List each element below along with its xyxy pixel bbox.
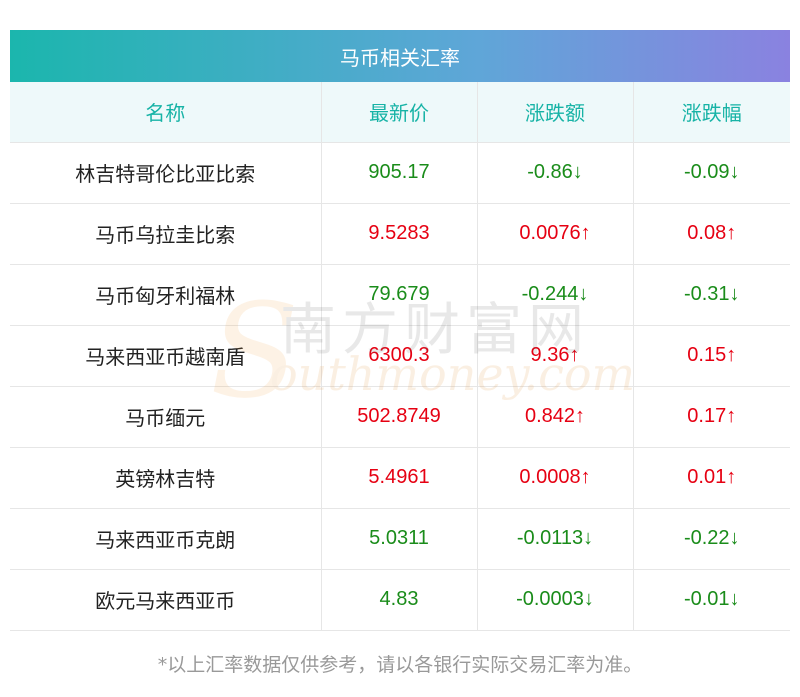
change-amount: 9.36↑ [477,325,634,386]
change-amount: 0.0076↑ [477,203,634,264]
table-row[interactable]: 马币缅元 502.8749 0.842↑ 0.17↑ [10,386,790,447]
currency-pair-name[interactable]: 林吉特哥伦比亚比索 [10,142,322,203]
table-row[interactable]: 马币匈牙利福林 79.679 -0.244↓ -0.31↓ [10,264,790,325]
change-percent: 0.15↑ [687,344,737,366]
change-amount: -0.0113↓ [477,508,634,569]
currency-pair-name[interactable]: 英镑林吉特 [10,447,322,508]
header-row: 名称 最新价 涨跌额 涨跌幅 [10,82,790,142]
column-header-percent: 涨跌幅 [681,101,742,126]
latest-price: 905.17 [321,142,478,203]
currency-pair-name[interactable]: 马币匈牙利福林 [10,264,322,325]
change-percent: -0.09↓ [683,161,740,183]
column-header-change: 涨跌额 [477,82,634,142]
change-amount: -0.0003↓ [477,569,634,630]
change-percent: 0.17↑ [687,405,737,427]
change-amount: 0.0008↑ [477,447,634,508]
latest-price: 4.83 [321,569,478,630]
latest-price: 9.5283 [321,203,478,264]
rate-table-card: 马币相关汇率 名称 最新价 涨跌额 涨跌幅 林吉特哥伦比亚比索 905.17 -… [10,30,790,631]
currency-pair-name[interactable]: 欧元马来西亚币 [10,569,322,630]
change-amount: 0.842↑ [477,386,634,447]
change-amount: -0.244↓ [477,264,634,325]
latest-price: 502.8749 [321,386,478,447]
currency-pair-name[interactable]: 马币缅元 [10,386,322,447]
table-title: 马币相关汇率 [10,30,790,82]
table-row[interactable]: 林吉特哥伦比亚比索 905.17 -0.86↓ -0.09↓ [10,142,790,203]
latest-price: 6300.3 [321,325,478,386]
table-row[interactable]: 马币乌拉圭比索 9.5283 0.0076↑ 0.08↑ [10,203,790,264]
change-amount: -0.86↓ [477,142,634,203]
currency-pair-name[interactable]: 马来西亚币克朗 [10,508,322,569]
change-percent: 0.08↑ [687,222,737,244]
rate-table: 名称 最新价 涨跌额 涨跌幅 林吉特哥伦比亚比索 905.17 -0.86↓ -… [10,82,790,631]
currency-pair-name[interactable]: 马币乌拉圭比索 [10,203,322,264]
latest-price: 5.4961 [321,447,478,508]
change-percent: -0.22↓ [683,527,740,549]
currency-pair-name[interactable]: 马来西亚币越南盾 [10,325,322,386]
table-row[interactable]: 英镑林吉特 5.4961 0.0008↑ 0.01↑ [10,447,790,508]
disclaimer-footnote: *以上汇率数据仅供参考，请以各银行实际交易汇率为准。 [157,654,643,676]
change-percent: -0.01↓ [683,588,740,610]
latest-price: 79.679 [321,264,478,325]
change-percent: -0.31↓ [683,283,740,305]
column-header-price: 最新价 [321,82,478,142]
column-header-name: 名称 [10,82,322,142]
latest-price: 5.0311 [321,508,478,569]
table-row[interactable]: 欧元马来西亚币 4.83 -0.0003↓ -0.01↓ [10,569,790,630]
table-row[interactable]: 马来西亚币克朗 5.0311 -0.0113↓ -0.22↓ [10,508,790,569]
table-row[interactable]: 马来西亚币越南盾 6300.3 9.36↑ 0.15↑ [10,325,790,386]
change-percent: 0.01↑ [687,466,737,488]
